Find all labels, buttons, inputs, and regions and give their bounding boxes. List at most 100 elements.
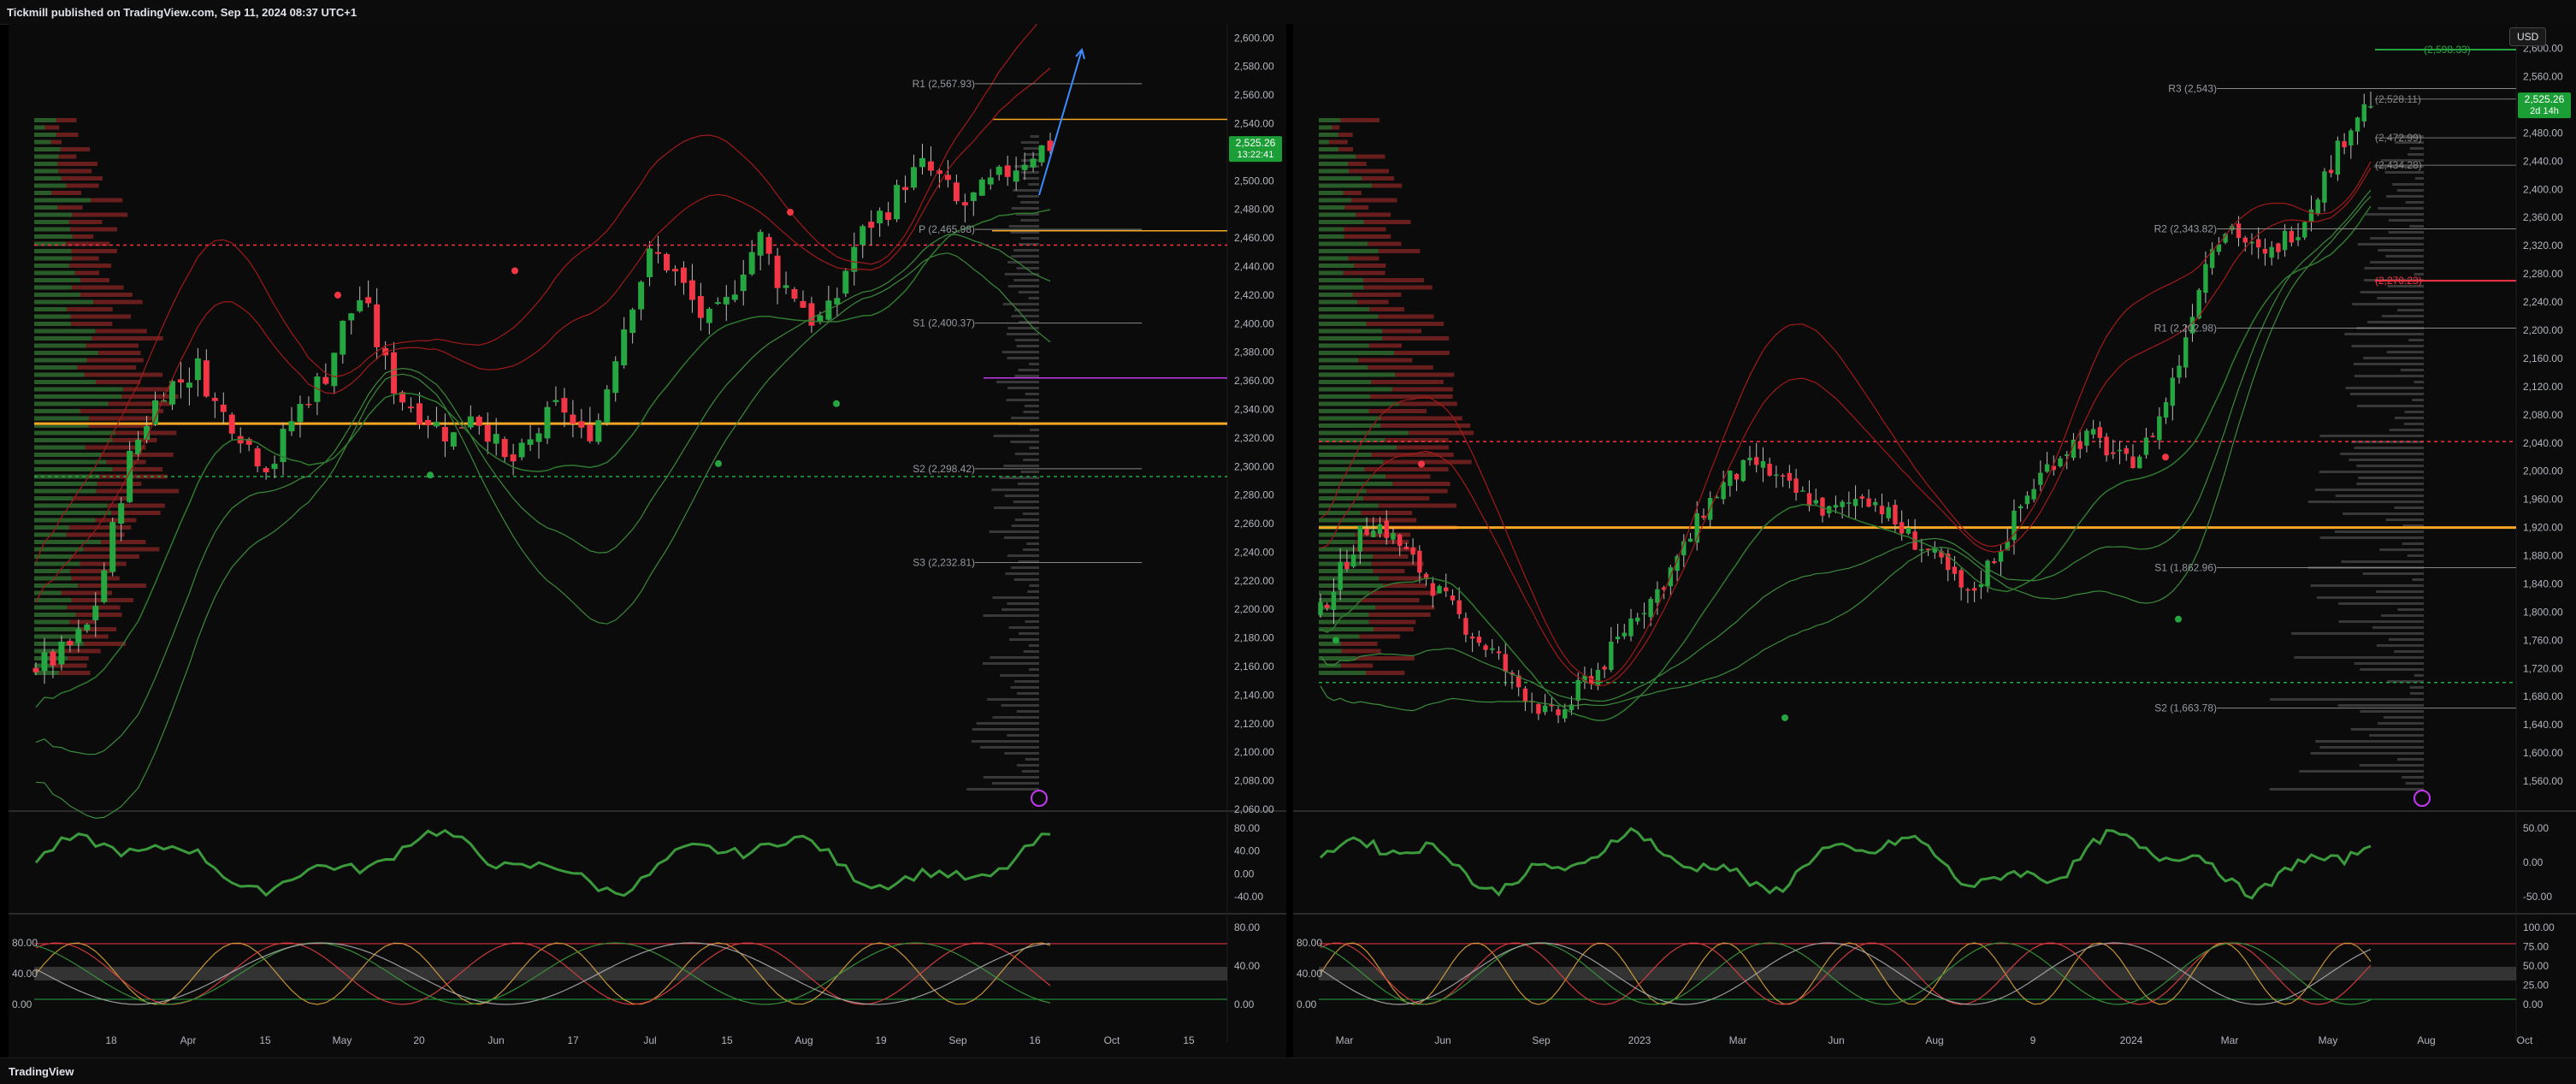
volume-profile-bar (1319, 183, 1372, 188)
candle (1563, 709, 1568, 719)
candle (1971, 588, 1977, 591)
price-axis-label: 2,580.00 (1234, 61, 1274, 73)
candle (2084, 430, 2089, 446)
volume-profile-bar (1319, 547, 1356, 552)
candle (118, 503, 125, 524)
footer-bar: TradingView (0, 1057, 2576, 1084)
candle (2111, 452, 2116, 454)
candle (1780, 475, 1786, 477)
time-axis-label: 15 (721, 1034, 733, 1046)
volume-profile-bar (1319, 133, 1338, 137)
left-chart-svg[interactable]: R1 (2,567.93) P (2,465.98) S1 (2,400.37) S2… (9, 24, 1286, 1057)
volume-profile-bar (1319, 358, 1359, 363)
volume-profile-bar (1344, 205, 1369, 210)
stochastic-axis-label-right: 40.00 (1234, 960, 1260, 972)
chart-panel-left[interactable]: R1 (2,567.93) P (2,465.98) S1 (2,400.37) S2… (9, 24, 1286, 1057)
price-axis-label: 1,640.00 (2523, 719, 2563, 731)
time-axis-label: 15 (1183, 1034, 1195, 1046)
volume-profile-right-bar (2378, 722, 2424, 725)
volume-profile-bar (51, 191, 82, 195)
candle (680, 267, 687, 283)
volume-profile-right-bar (2338, 620, 2424, 623)
chart-panel-right[interactable]: R3 (2,543) R2 (2,343.82) R1 (2,202.98) S1 (… (1293, 24, 2576, 1057)
candle (570, 414, 576, 424)
panel-divider[interactable] (1286, 24, 1293, 1057)
volume-profile-right-bar (2314, 489, 2424, 491)
time-axis-label: Mar (1336, 1034, 1354, 1046)
price-axis-label: 1,600.00 (2523, 747, 2563, 759)
volume-profile-bar (1393, 351, 1450, 355)
candle (2269, 246, 2274, 258)
candle (2104, 436, 2109, 456)
time-axis-label: Jul (643, 1034, 656, 1046)
volume-profile-bar (83, 547, 160, 552)
volume-profile-bar (34, 322, 72, 326)
volume-profile-right-bar (1002, 303, 1039, 305)
volume-profile-bar (34, 394, 122, 399)
volume-profile-bar (80, 293, 133, 297)
stochastic-axis-label-left: 40.00 (12, 968, 38, 980)
volume-profile-bar (34, 314, 71, 319)
candle (1038, 145, 1045, 163)
volume-profile-right-bar (2340, 453, 2424, 455)
volume-profile-right-bar (1020, 219, 1039, 222)
volume-profile-bar (1368, 365, 1433, 370)
volume-profile-bar (1332, 125, 1340, 130)
volume-profile-right-bar (2310, 752, 2424, 755)
candle (638, 281, 645, 310)
price-axis-label: 1,560.00 (2523, 775, 2563, 787)
volume-profile-right-bar (2397, 608, 2424, 611)
volume-profile-bar (1341, 663, 1374, 668)
volume-profile-right-bar (2376, 590, 2424, 593)
fractal-dot (2162, 453, 2169, 461)
volume-profile-bar (34, 569, 71, 573)
price-axis-label: 2,340.00 (1234, 403, 1274, 415)
time-axis-label: 15 (259, 1034, 271, 1046)
volume-profile-bar (34, 409, 80, 413)
volume-profile-right-bar (1007, 357, 1039, 359)
tradingview-logo: TradingView (9, 1065, 74, 1078)
volume-profile-bar (1319, 649, 1342, 654)
candle (2163, 402, 2169, 418)
currency-button[interactable]: USD (2509, 27, 2547, 46)
candle (757, 232, 764, 256)
volume-profile-right-bar (1016, 345, 1039, 347)
volume-profile-right-bar (992, 716, 1039, 719)
fractal-dot (427, 471, 434, 479)
right-chart-svg[interactable]: R3 (2,543) R2 (2,343.82) R1 (2,202.98) S1 (… (1293, 24, 2576, 1057)
volume-profile-bar (71, 249, 117, 253)
candle (902, 187, 909, 191)
volume-profile-bar (1319, 503, 1379, 508)
price-axis-label: 2,080.00 (2523, 409, 2563, 421)
envelope-band (1320, 161, 2372, 682)
volume-profile-bar (34, 430, 115, 435)
publish-header-text: Tickmill published on TradingView.com, S… (7, 6, 357, 19)
volume-profile-bar (1319, 299, 1358, 305)
volume-profile-right-bar (2414, 674, 2424, 677)
time-axis-label: Jun (487, 1034, 504, 1046)
candle (2143, 437, 2149, 455)
volume-profile-right-bar (2386, 195, 2424, 198)
price-axis-label: 2,120.00 (1234, 718, 1274, 730)
volume-profile-bar (34, 329, 96, 334)
price-axis-label: 2,240.00 (2523, 296, 2563, 308)
oscillator-line (1319, 826, 2372, 900)
volume-profile-bar (1319, 554, 1374, 559)
candle (2328, 169, 2334, 174)
volume-profile-bar (1369, 590, 1439, 595)
volume-profile-bar (34, 139, 51, 145)
volume-profile-right-bar (2294, 656, 2424, 659)
candle (75, 629, 82, 643)
price-axis-label: 1,880.00 (2523, 550, 2563, 562)
volume-profile-right-bar (1010, 686, 1039, 689)
volume-profile-right-bar (1020, 237, 1039, 240)
volume-profile-bar (1392, 482, 1450, 486)
candle (1377, 524, 1383, 534)
volume-profile-right-bar (2356, 465, 2424, 467)
price-axis-label: 2,440.00 (2523, 155, 2563, 167)
candle (2236, 223, 2242, 239)
volume-profile-right-bar (989, 530, 1039, 533)
volume-profile-bar (34, 343, 86, 348)
volume-profile-right-bar (2386, 351, 2424, 353)
candle (1463, 618, 1468, 635)
